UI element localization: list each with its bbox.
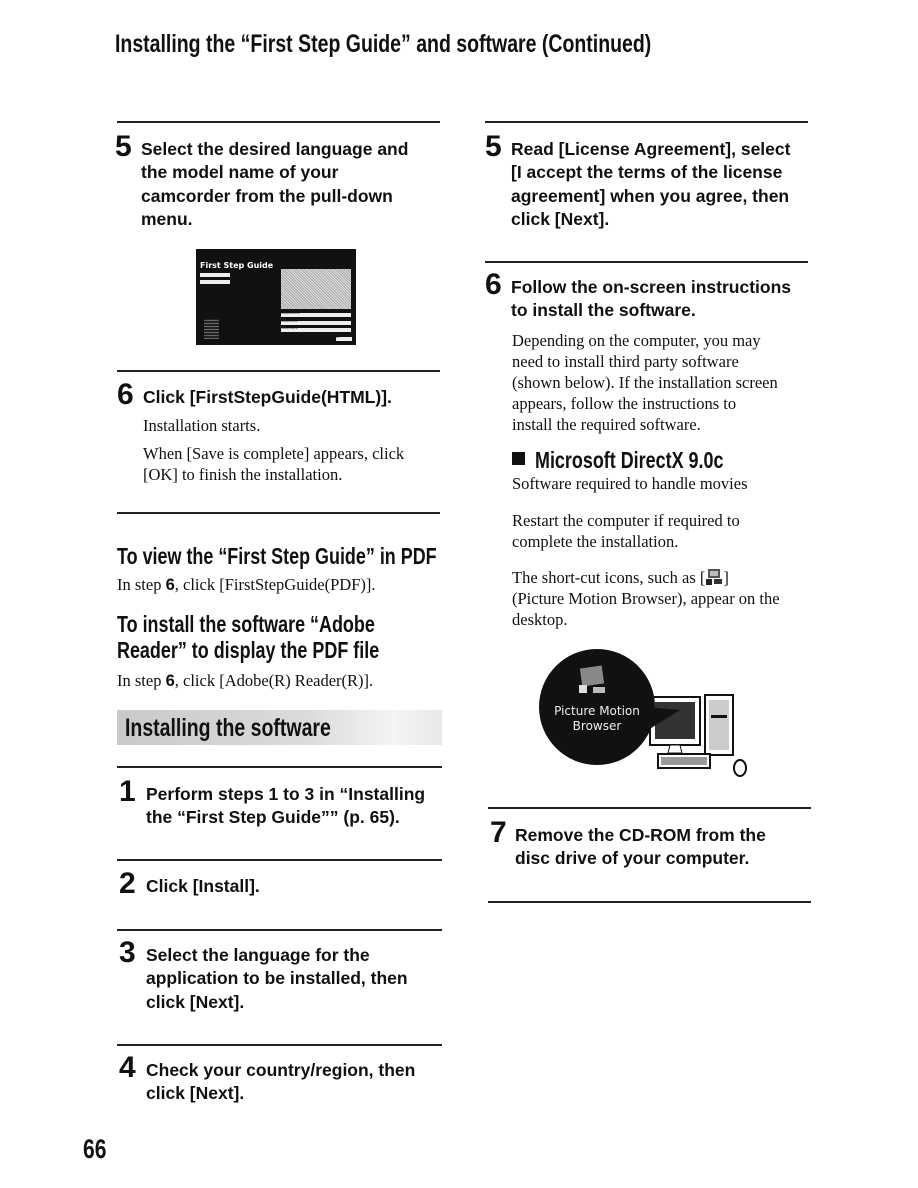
disc-graphic bbox=[204, 319, 219, 339]
square-bullet-icon bbox=[512, 452, 525, 465]
text: In step bbox=[117, 575, 166, 594]
step-text: Read [License Agreement], select [I acce… bbox=[511, 139, 791, 229]
divider bbox=[117, 766, 442, 768]
divider bbox=[117, 859, 442, 861]
step-number: 7 bbox=[490, 816, 507, 849]
restart-note: Restart the computer if required to comp… bbox=[512, 511, 740, 551]
divider bbox=[485, 121, 808, 123]
step-text: Click [FirstStepGuide(HTML)]. bbox=[143, 387, 392, 407]
first-step-guide-screenshot: First Step Guide FirstStepGuide(HTML) Fi… bbox=[196, 249, 356, 345]
step-number: 3 bbox=[119, 936, 136, 969]
section-banner: Installing the software bbox=[117, 710, 442, 745]
page-number: 66 bbox=[83, 1134, 107, 1164]
step-number: 5 bbox=[115, 130, 132, 163]
banner-title: Installing the software bbox=[125, 714, 331, 742]
computer-icon bbox=[649, 694, 747, 777]
step-text: Select the desired language and the mode… bbox=[141, 139, 409, 229]
section-heading: To view the “First Step Guide” in PDF bbox=[117, 543, 437, 569]
step-number: 1 bbox=[119, 775, 136, 808]
description-box bbox=[281, 269, 351, 309]
camera-icon bbox=[593, 687, 605, 693]
step-ref: 6 bbox=[165, 672, 175, 690]
step-text: Check your country/region, then click [N… bbox=[146, 1060, 416, 1104]
step-number: 4 bbox=[119, 1051, 136, 1084]
subsection-body: Software required to handle movies bbox=[512, 474, 748, 493]
step-text: Select the language for the application … bbox=[146, 945, 408, 1012]
instruction: In step 6, click [Adobe(R) Reader(R)]. bbox=[117, 670, 373, 692]
step-body: Depending on the computer, you may need … bbox=[512, 331, 778, 434]
step-body: Installation starts. bbox=[143, 416, 261, 435]
text: The short-cut icons, such as [ bbox=[512, 568, 706, 587]
section-heading: To install the software “Adobe Reader” t… bbox=[117, 611, 380, 663]
text: , click [Adobe(R) Reader(R)]. bbox=[174, 671, 374, 690]
step-text: Click [Install]. bbox=[146, 876, 260, 896]
adobe-button[interactable]: Adobe(R) Reader(R) bbox=[281, 328, 351, 332]
picture-motion-browser-illustration: Picture Motion Browser bbox=[539, 649, 747, 777]
picture-motion-browser-icon bbox=[705, 568, 723, 586]
divider bbox=[488, 807, 811, 809]
step-number: 2 bbox=[119, 867, 136, 900]
step-ref: 6 bbox=[165, 576, 175, 594]
step-text: Remove the CD-ROM from the disc drive of… bbox=[515, 825, 766, 869]
html-button[interactable]: FirstStepGuide(HTML) bbox=[281, 313, 351, 317]
shortcut-arrow-icon bbox=[579, 685, 587, 693]
illustration-label: Browser bbox=[573, 719, 622, 733]
model-dropdown[interactable] bbox=[200, 280, 230, 284]
photo-icon bbox=[579, 665, 605, 687]
step-number: 6 bbox=[485, 268, 502, 301]
divider bbox=[117, 370, 440, 372]
shortcut-note: The short-cut icons, such as [] (Picture… bbox=[512, 567, 780, 630]
pdf-button[interactable]: FirstStepGuide(PDF) bbox=[281, 321, 351, 325]
step-body: When [Save is complete] appears, click [… bbox=[143, 444, 405, 484]
text: In step bbox=[117, 671, 166, 690]
illustration-label: Picture Motion bbox=[554, 704, 640, 718]
page-title: Installing the “First Step Guide” and so… bbox=[115, 30, 652, 58]
exit-button[interactable]: Exit bbox=[336, 337, 352, 341]
divider bbox=[117, 929, 442, 931]
step-text: Follow the on-screen instructions to ins… bbox=[511, 277, 792, 321]
divider bbox=[117, 121, 440, 123]
divider bbox=[117, 1044, 442, 1046]
text: , click [FirstStepGuide(PDF)]. bbox=[174, 575, 376, 594]
subsection-heading: Microsoft DirectX 9.0c bbox=[535, 447, 724, 473]
instruction: In step 6, click [FirstStepGuide(PDF)]. bbox=[117, 574, 376, 596]
divider bbox=[117, 512, 440, 514]
step-number: 6 bbox=[117, 378, 134, 411]
divider bbox=[488, 901, 811, 903]
step-number: 5 bbox=[485, 130, 502, 163]
divider bbox=[485, 261, 808, 263]
step-text: Perform steps 1 to 3 in “Installing the … bbox=[146, 784, 426, 828]
language-dropdown[interactable] bbox=[200, 273, 230, 277]
screenshot-title: First Step Guide bbox=[200, 261, 274, 270]
